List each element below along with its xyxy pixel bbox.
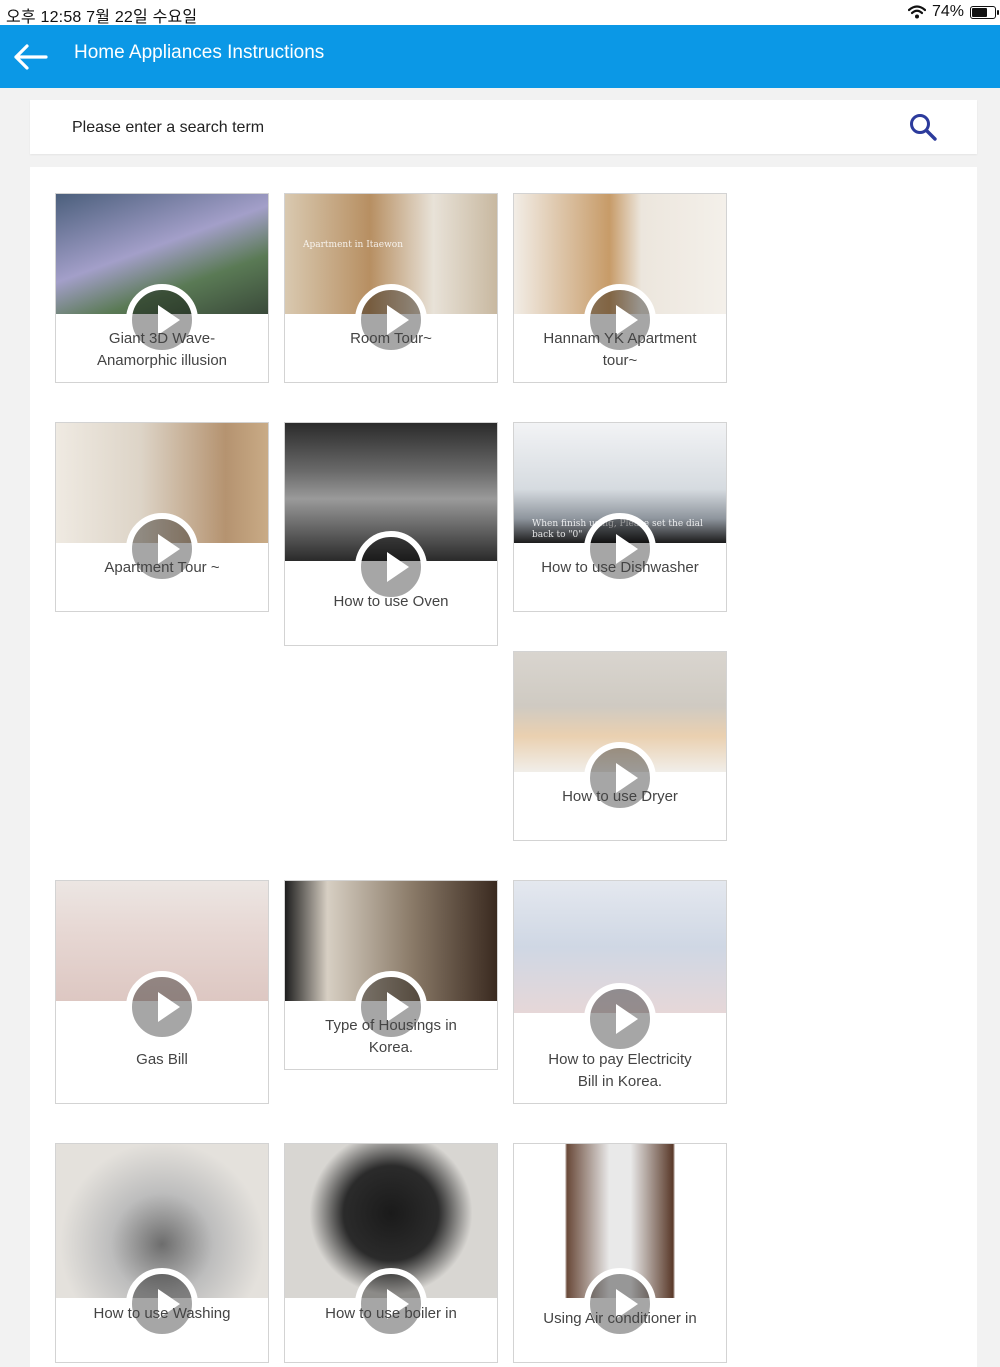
video-card[interactable]: How to use boiler in — [284, 1143, 498, 1363]
video-card[interactable]: When finish using, Please set the dial b… — [513, 422, 727, 612]
back-arrow-icon[interactable] — [10, 39, 50, 75]
search-bar — [30, 100, 977, 154]
status-time-date: 오후 12:58 7월 22일 수요일 — [6, 9, 198, 26]
video-card[interactable]: Giant 3D Wave- Anamorphic illusion — [55, 193, 269, 383]
video-title: Anamorphic illusion — [96, 352, 228, 369]
video-title: Type of Housings in — [325, 1017, 457, 1034]
video-title: Giant 3D Wave- — [108, 330, 216, 347]
app-bar: Home Appliances Instructions — [0, 25, 1000, 88]
video-card[interactable]: Apartment Tour ~ — [55, 422, 269, 612]
video-title: Hannam YK Apartment — [543, 330, 697, 347]
play-icon[interactable] — [126, 971, 198, 1043]
video-card[interactable]: Apartment in Itaewon Room Tour~ — [284, 193, 498, 383]
wifi-icon — [907, 5, 926, 19]
video-title: How to use Oven — [333, 593, 449, 610]
video-title: Gas Bill — [136, 1051, 188, 1068]
video-card[interactable]: Type of Housings in Korea. — [284, 880, 498, 1070]
video-card[interactable]: How to use Dryer — [513, 651, 727, 841]
video-title: How to use Dishwasher — [541, 559, 699, 576]
thumbnail-caption: Apartment in Itaewon — [303, 240, 403, 250]
video-card[interactable]: How to use Washing — [55, 1143, 269, 1363]
video-title: Room Tour~ — [350, 330, 432, 347]
video-title: How to pay Electricity — [548, 1051, 692, 1068]
search-input[interactable] — [70, 108, 874, 148]
battery-icon — [970, 5, 999, 19]
status-bar: 오후 12:58 7월 22일 수요일 74% — [0, 0, 1000, 26]
video-title: Korea. — [368, 1039, 414, 1056]
video-title: Using Air conditioner in — [543, 1310, 697, 1327]
page-title: Home Appliances Instructions — [74, 42, 325, 63]
video-card[interactable]: How to use Oven — [284, 422, 498, 646]
video-card[interactable]: Using Air conditioner in — [513, 1143, 727, 1363]
status-indicators: 74% — [907, 3, 999, 21]
video-card[interactable]: Gas Bill — [55, 880, 269, 1104]
video-title: How to use Dryer — [562, 788, 678, 805]
video-title: Bill in Korea. — [577, 1073, 663, 1090]
video-title: How to use Washing — [93, 1305, 231, 1322]
video-title: tour~ — [602, 352, 638, 369]
search-icon[interactable] — [908, 112, 938, 142]
video-title: Apartment Tour ~ — [104, 559, 220, 576]
play-icon[interactable] — [584, 983, 656, 1055]
video-title: How to use boiler in — [325, 1305, 457, 1322]
battery-percent: 74% — [931, 3, 964, 20]
video-card[interactable]: Hannam YK Apartment tour~ — [513, 193, 727, 383]
video-card[interactable]: How to pay Electricity Bill in Korea. — [513, 880, 727, 1104]
